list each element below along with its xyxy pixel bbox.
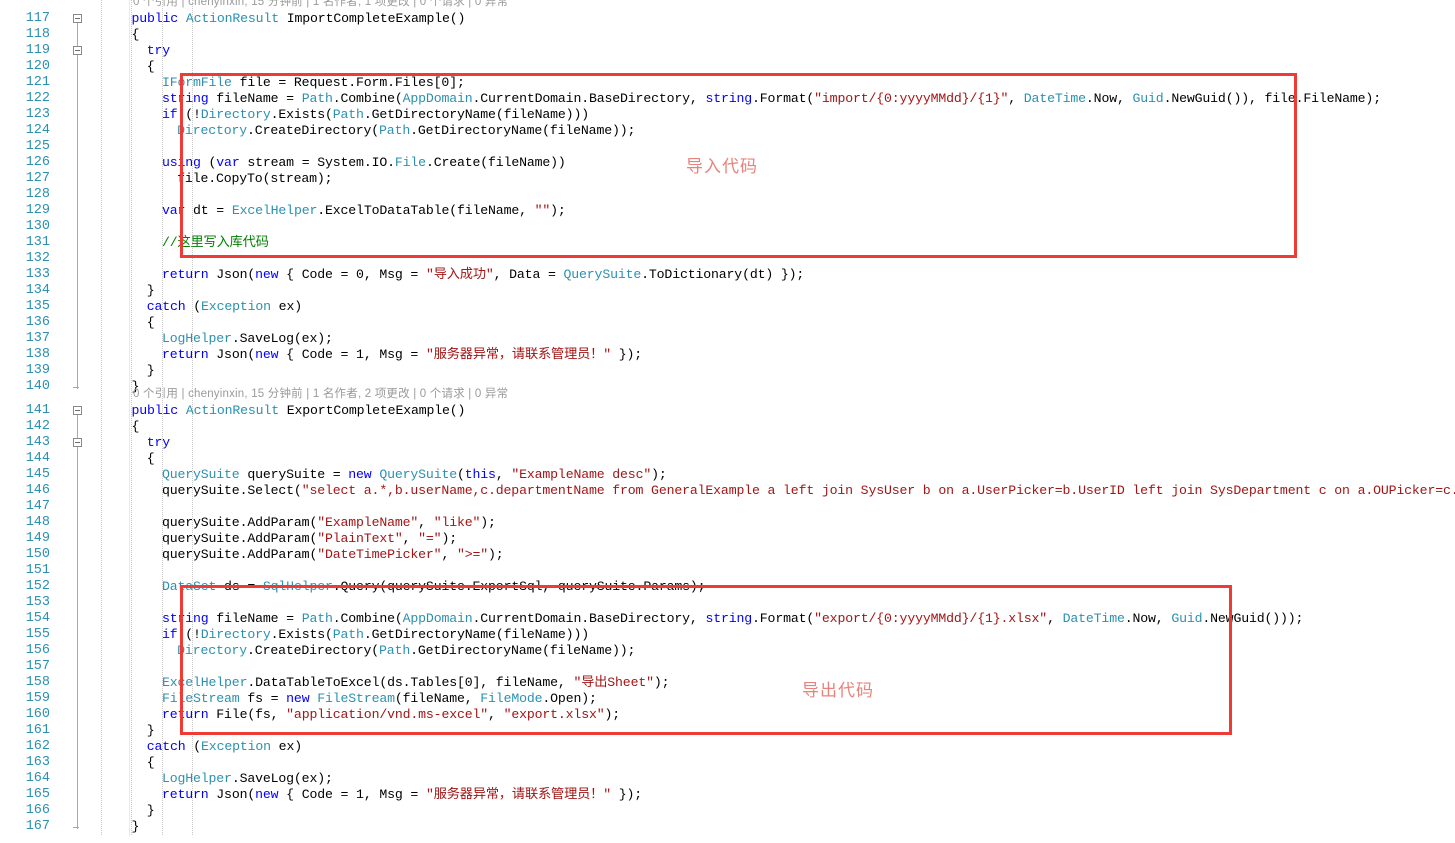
annotation-import-code: 导入代码 [686, 157, 758, 177]
editor-bottom-edge [0, 836, 1455, 843]
annotation-export-code: 导出代码 [802, 681, 874, 701]
code-editor[interactable]: 117 118 119 120 121 122 123 124 125 126 127 128 129 1… [0, 0, 1455, 843]
red-text-annotations: 导入代码 导出代码 [0, 0, 1455, 843]
